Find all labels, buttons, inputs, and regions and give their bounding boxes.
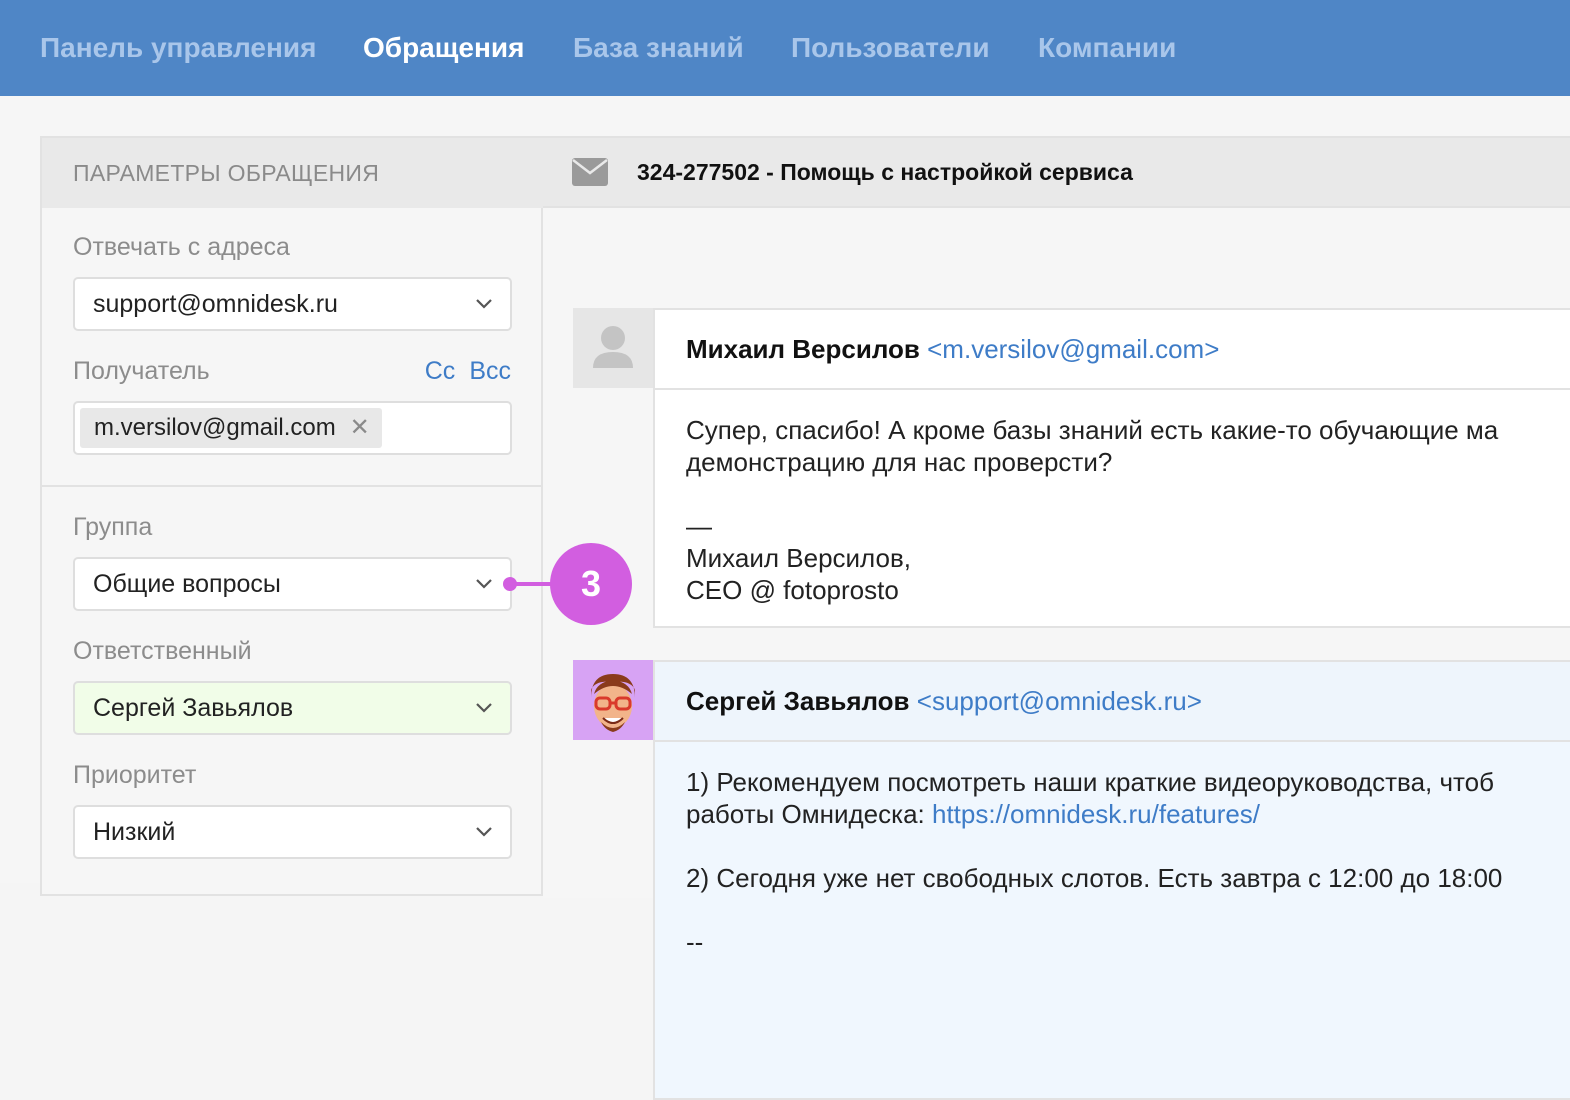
cc-link[interactable]: Cc	[425, 357, 456, 385]
ticket-thread: 324-277502 - Помощь с настройкой сервиса…	[543, 136, 1570, 1100]
nav-item-companies[interactable]: Компании	[1038, 30, 1176, 66]
priority-label: Приоритет	[73, 761, 197, 789]
message-header: Сергей Завьялов <support@omnidesk.ru>	[655, 662, 1570, 742]
reply-from-value: support@omnidesk.ru	[93, 290, 338, 318]
user-placeholder-icon	[593, 326, 633, 368]
nav-item-tickets[interactable]: Обращения	[363, 30, 524, 66]
ticket-title: 324-277502 - Помощь с настройкой сервиса	[637, 159, 1133, 185]
message-line: демонстрацию для нас проверсти?	[686, 447, 1113, 477]
author-email[interactable]: <support@omnidesk.ru>	[917, 686, 1202, 716]
recipient-token-label: m.versilov@gmail.com	[94, 414, 336, 441]
divider	[42, 485, 543, 487]
message-line: --	[686, 927, 704, 957]
message-item: Михаил Версилов <m.versilov@gmail.com> С…	[653, 308, 1570, 628]
message-body: 1) Рекомендуем посмотреть наши краткие в…	[686, 766, 1502, 958]
avatar	[573, 660, 653, 740]
message-line: —	[686, 511, 712, 541]
callout-badge: 3	[550, 543, 632, 625]
reply-from-label: Отвечать с адреса	[73, 233, 290, 261]
recipient-field[interactable]: m.versilov@gmail.com ✕	[73, 401, 512, 455]
author-name: Михаил Версилов	[686, 334, 920, 364]
message-line: 1) Рекомендуем посмотреть наши краткие в…	[686, 767, 1494, 797]
message-line: 2) Сегодня уже нет свободных слотов. Ест…	[686, 863, 1503, 893]
bcc-link[interactable]: Bcc	[469, 357, 511, 385]
panel-title: ПАРАМЕТРЫ ОБРАЩЕНИЯ	[73, 160, 380, 186]
message-header: Михаил Версилов <m.versilov@gmail.com>	[655, 310, 1570, 390]
assignee-value: Сергей Завьялов	[93, 694, 294, 722]
message-item: Сергей Завьялов <support@omnidesk.ru> 1)…	[653, 660, 1570, 1100]
top-navigation: Панель управления Обращения База знаний …	[0, 0, 1570, 96]
chevron-down-icon	[476, 299, 492, 309]
message-line: Михаил Версилов,	[686, 543, 912, 573]
memoji-avatar-icon	[591, 674, 635, 732]
message-text: работы Омнидеска:	[686, 799, 932, 829]
message-line: работы Омнидеска: https://omnidesk.ru/fe…	[686, 798, 1502, 830]
nav-item-users[interactable]: Пользователи	[791, 30, 990, 66]
envelope-icon	[572, 158, 608, 186]
avatar	[573, 308, 653, 388]
messages-area: Михаил Версилов <m.versilov@gmail.com> С…	[543, 208, 1570, 1100]
chevron-down-icon	[476, 827, 492, 837]
message-author: Михаил Версилов <m.versilov@gmail.com>	[686, 334, 1219, 365]
cc-bcc-links: Cc Bcc	[411, 357, 511, 386]
group-label: Группа	[73, 513, 153, 541]
author-email[interactable]: <m.versilov@gmail.com>	[927, 334, 1219, 364]
message-line: CEO @ fotoprosto	[686, 575, 899, 605]
message-author: Сергей Завьялов <support@omnidesk.ru>	[686, 686, 1202, 717]
assignee-select[interactable]: Сергей Завьялов	[73, 681, 512, 735]
author-name: Сергей Завьялов	[686, 686, 910, 716]
nav-item-knowledge-base[interactable]: База знаний	[573, 30, 744, 66]
chevron-down-icon	[476, 579, 492, 589]
group-select[interactable]: Общие вопросы	[73, 557, 512, 611]
ticket-parameters-panel: ПАРАМЕТРЫ ОБРАЩЕНИЯ Отвечать с адреса su…	[40, 136, 543, 896]
recipient-label: Получатель	[73, 357, 210, 385]
priority-select[interactable]: Низкий	[73, 805, 512, 859]
message-line: Супер, спасибо! А кроме базы знаний есть…	[686, 415, 1499, 445]
reply-from-select[interactable]: support@omnidesk.ru	[73, 277, 512, 331]
message-body: Супер, спасибо! А кроме базы знаний есть…	[686, 414, 1498, 606]
group-value: Общие вопросы	[93, 570, 281, 598]
ticket-header: 324-277502 - Помощь с настройкой сервиса	[543, 138, 1570, 208]
assignee-label: Ответственный	[73, 637, 252, 665]
chevron-down-icon	[476, 703, 492, 713]
nav-item-dashboard[interactable]: Панель управления	[40, 30, 316, 66]
recipient-token: m.versilov@gmail.com ✕	[80, 408, 382, 448]
remove-recipient-icon[interactable]: ✕	[350, 408, 370, 448]
panel-header: ПАРАМЕТРЫ ОБРАЩЕНИЯ	[42, 138, 543, 208]
features-link[interactable]: https://omnidesk.ru/features/	[932, 799, 1260, 829]
priority-value: Низкий	[93, 818, 176, 846]
callout-dot	[503, 577, 517, 591]
